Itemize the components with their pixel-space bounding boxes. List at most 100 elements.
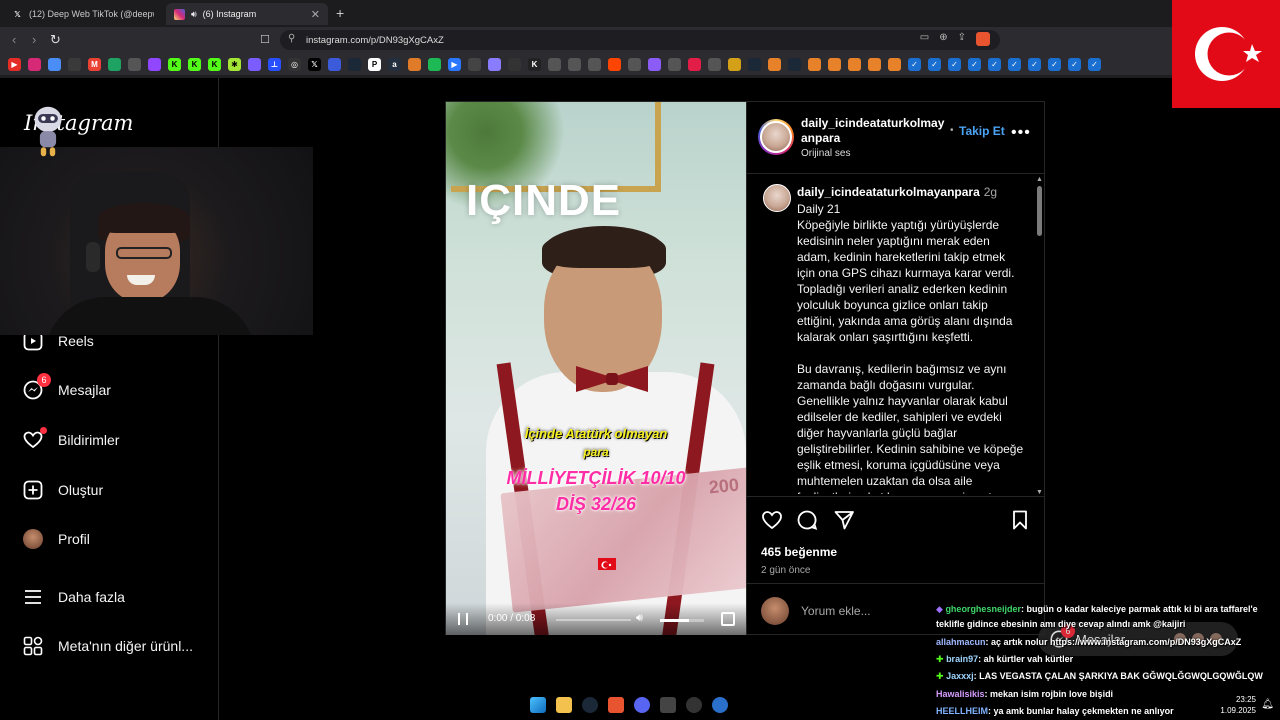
caption-avatar[interactable] (763, 184, 791, 212)
bookmark-icon[interactable]: ✓ (988, 57, 1001, 71)
bookmark-icon[interactable]: ✓ (908, 57, 921, 71)
volume-icon[interactable]: 🔊︎ (636, 612, 643, 625)
scroll-up-icon[interactable]: ▲ (1036, 176, 1043, 183)
bookmark-icon[interactable] (508, 57, 521, 71)
reel-video[interactable]: IÇINDE 200 İçinde Atatürk olmayan para M… (446, 102, 746, 635)
bookmark-icon[interactable] (648, 57, 661, 71)
steam-bookmark-icon[interactable] (748, 57, 761, 71)
tab-instagram[interactable]: 🔊︎ (6) Instagram ✕ (166, 3, 328, 25)
steam-bookmark-icon[interactable] (788, 57, 801, 71)
drive-bookmark-icon[interactable] (108, 57, 121, 71)
close-tab-icon[interactable]: ✕ (311, 8, 320, 21)
bookmark-icon[interactable] (828, 57, 841, 71)
site-info-icon[interactable]: ⚲ (288, 33, 295, 44)
bookmark-icon[interactable] (668, 57, 681, 71)
scroll-down-icon[interactable]: ▼ (1036, 489, 1043, 496)
bookmark-icon[interactable]: ✱ (228, 57, 241, 71)
notification-bell-icon[interactable]: 🔔︎ (1261, 699, 1274, 710)
back-button[interactable]: ‹ (12, 32, 16, 47)
sidebar-item-more[interactable]: Daha fazla (22, 586, 125, 608)
caption-username-text[interactable]: daily_icindeataturkolmayanpara (797, 185, 980, 199)
bookmark-icon[interactable]: ⊥ (268, 57, 281, 71)
bookmark-icon[interactable] (588, 57, 601, 71)
bookmark-icon[interactable] (468, 57, 481, 71)
bookmark-icon[interactable]: ✓ (948, 57, 961, 71)
sidebar-item-messages[interactable]: 6 Mesajlar (22, 373, 111, 401)
volume-slider[interactable] (660, 619, 704, 622)
twitch-bookmark-icon[interactable] (148, 57, 161, 71)
bookmark-icon[interactable] (248, 57, 261, 71)
original-audio-link[interactable]: Orijinal ses (801, 148, 850, 159)
comment-icon[interactable] (796, 509, 818, 531)
bookmark-icon[interactable]: ✓ (928, 57, 941, 71)
bookmark-icon[interactable]: ✓ (968, 57, 981, 71)
zoom-icon[interactable]: ⊕ (939, 32, 947, 46)
bookmark-icon[interactable]: ☐ (260, 33, 270, 46)
bookmark-icon[interactable]: ✓ (1028, 57, 1041, 71)
amazon-bookmark-icon[interactable]: a (388, 57, 401, 71)
x-bookmark-icon[interactable]: 𝕏 (308, 57, 321, 71)
bookmark-icon[interactable]: ✓ (1008, 57, 1021, 71)
steam-icon[interactable] (582, 697, 598, 713)
follow-button[interactable]: Takip Et (959, 124, 1005, 138)
more-options-icon[interactable]: ••• (1011, 124, 1031, 142)
bookmark-icon[interactable]: ▶ (448, 57, 461, 71)
brave-shields-icon[interactable] (976, 32, 990, 46)
bookmark-icon[interactable]: P (368, 57, 381, 71)
sidebar-item-notifications[interactable]: Bildirimler (22, 427, 119, 451)
bookmark-icon[interactable] (628, 57, 641, 71)
bookmark-icon[interactable] (848, 57, 861, 71)
youtube-bookmark-icon[interactable]: ▶ (8, 57, 21, 71)
bookmark-icon[interactable] (808, 57, 821, 71)
bookmark-icon[interactable] (768, 57, 781, 71)
obs-icon[interactable] (686, 697, 702, 713)
instagram-bookmark-icon[interactable] (28, 57, 41, 71)
save-bookmark-icon[interactable] (1009, 509, 1031, 531)
scroll-thumb[interactable] (1037, 186, 1042, 236)
bookmark-icon[interactable] (408, 57, 421, 71)
pause-icon[interactable] (458, 613, 468, 625)
like-count[interactable]: 465 beğenme (761, 545, 837, 559)
bookmark-icon[interactable] (68, 57, 81, 71)
kick-bookmark-icon[interactable]: K (188, 57, 201, 71)
bookmark-icon[interactable]: ✓ (1088, 57, 1101, 71)
bookmark-icon[interactable] (328, 57, 341, 71)
bookmark-icon[interactable]: ✓ (1068, 57, 1081, 71)
bookmark-icon[interactable] (688, 57, 701, 71)
kick-bookmark-icon[interactable]: K (208, 57, 221, 71)
url-input[interactable]: ⚲ instagram.com/p/DN93gXgCAxZ ▭ ⊕ ⇪ (280, 30, 1000, 50)
bookmark-icon[interactable]: ✓ (1048, 57, 1061, 71)
bookmark-icon[interactable] (868, 57, 881, 71)
app-icon[interactable] (660, 697, 676, 713)
author-avatar[interactable] (760, 121, 792, 153)
cast-icon[interactable]: ▭ (920, 32, 929, 46)
steam-bookmark-icon[interactable] (348, 57, 361, 71)
video-progress[interactable] (556, 619, 631, 621)
reddit-bookmark-icon[interactable] (608, 57, 621, 71)
forward-button[interactable]: › (32, 32, 36, 47)
bookmark-icon[interactable] (568, 57, 581, 71)
brave-icon[interactable] (608, 697, 624, 713)
author-username[interactable]: daily_icindeataturkolmay anpara (801, 116, 951, 146)
new-tab-button[interactable]: + (336, 5, 344, 21)
folder-icon[interactable] (728, 57, 741, 71)
sidebar-item-create[interactable]: Oluştur (22, 479, 103, 501)
share-send-icon[interactable] (833, 509, 855, 531)
kick-bookmark-icon[interactable]: K (168, 57, 181, 71)
caption-scrollbar[interactable]: ▲ ▼ (1036, 176, 1044, 496)
bookmark-icon[interactable] (548, 57, 561, 71)
bookmark-icon[interactable] (128, 57, 141, 71)
windows-start-icon[interactable] (530, 697, 546, 713)
gmail-bookmark-icon[interactable]: M (88, 57, 101, 71)
sidebar-item-meta-products[interactable]: Meta'nın diğer ürünl... (22, 635, 193, 657)
file-explorer-icon[interactable] (556, 697, 572, 713)
like-heart-icon[interactable] (761, 509, 783, 531)
tab-deep-web-tiktok[interactable]: 𝕏 (12) Deep Web TikTok (@deepwebtik (4, 3, 164, 25)
bookmark-icon[interactable] (888, 57, 901, 71)
discord-icon[interactable] (634, 697, 650, 713)
bookmark-icon[interactable]: K (528, 57, 541, 71)
bookmark-icon[interactable] (428, 57, 441, 71)
app-icon[interactable] (712, 697, 728, 713)
system-clock[interactable]: 23:25 1.09.2025 (1220, 694, 1256, 716)
sidebar-item-profile[interactable]: Profil (22, 528, 90, 550)
